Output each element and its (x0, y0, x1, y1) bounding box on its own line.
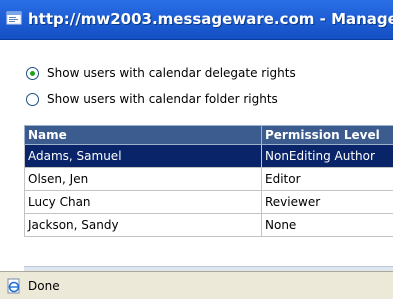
table-row[interactable]: Olsen, Jen Editor (24, 167, 393, 191)
cell-permission: Reviewer (261, 190, 393, 214)
option-folder-rights[interactable]: Show users with calendar folder rights (26, 90, 278, 108)
radio-selected-dot (30, 70, 35, 76)
table-row[interactable]: Jackson, Sandy None (24, 213, 393, 237)
ie-done-icon (7, 278, 20, 293)
radio-delegate-rights[interactable] (26, 66, 39, 80)
radio-folder-rights[interactable] (26, 92, 39, 106)
status-bar: Done (0, 271, 393, 299)
window-title: http://mw2003.messageware.com - Manage D… (28, 10, 393, 28)
option-delegate-rights-label: Show users with calendar delegate rights (47, 66, 296, 80)
table-row[interactable]: Adams, Samuel NonEditing Author (24, 144, 393, 168)
cell-name: Lucy Chan (24, 190, 262, 214)
window-titlebar[interactable]: http://mw2003.messageware.com - Manage D… (0, 0, 393, 40)
ie-page-icon (6, 11, 22, 25)
delegates-table: Name Permission Level Adams, Samuel NonE… (24, 125, 393, 237)
dialog-content: Show users with calendar delegate rights… (0, 41, 393, 272)
column-header-permission[interactable]: Permission Level (261, 125, 393, 145)
cell-name: Adams, Samuel (24, 144, 262, 168)
cell-permission: Editor (261, 167, 393, 191)
status-text: Done (28, 278, 60, 293)
option-delegate-rights[interactable]: Show users with calendar delegate rights (26, 64, 296, 82)
cell-name: Jackson, Sandy (24, 213, 262, 237)
option-folder-rights-label: Show users with calendar folder rights (47, 92, 278, 106)
column-header-name[interactable]: Name (24, 125, 262, 145)
table-row[interactable]: Lucy Chan Reviewer (24, 190, 393, 214)
table-header-row: Name Permission Level (24, 125, 393, 145)
cell-permission: NonEditing Author (261, 144, 393, 168)
cell-permission: None (261, 213, 393, 237)
cell-name: Olsen, Jen (24, 167, 262, 191)
